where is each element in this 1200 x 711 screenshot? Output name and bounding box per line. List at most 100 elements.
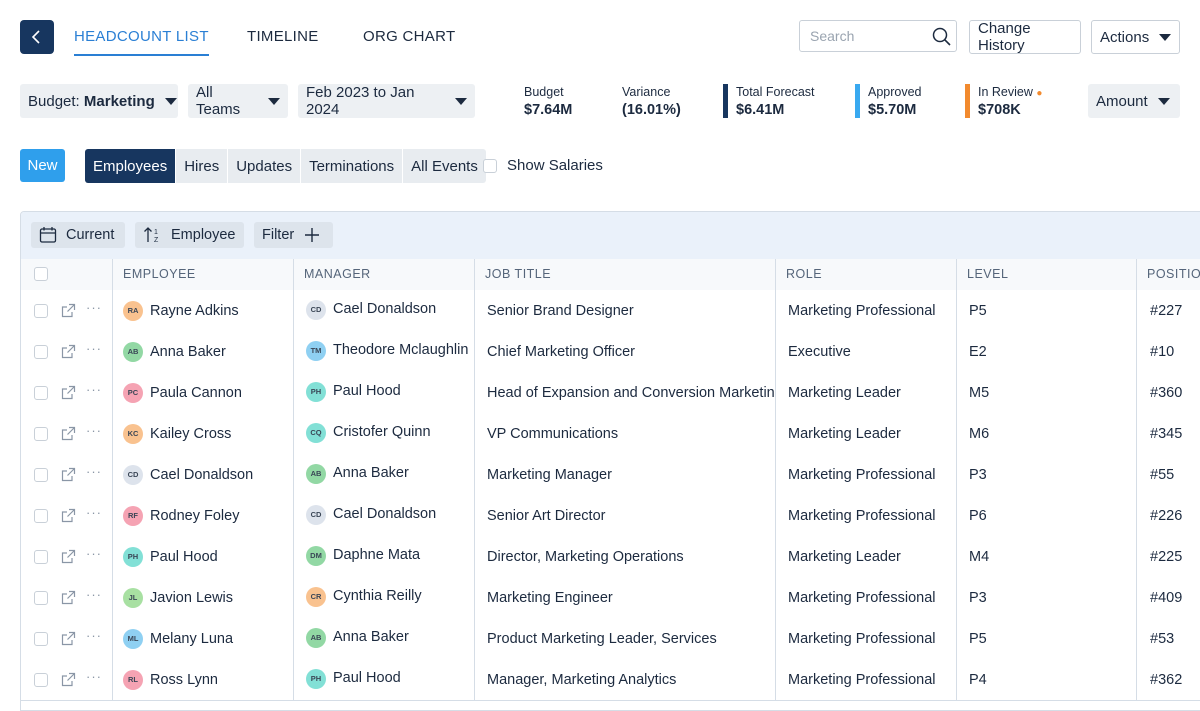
segment-hires[interactable]: Hires [176,149,228,183]
date-range-dropdown[interactable]: Feb 2023 to Jan 2024 [298,84,475,118]
more-options-icon[interactable]: ··· [86,628,102,643]
col-header-manager[interactable]: MANAGER [293,259,474,290]
open-external-icon[interactable] [61,549,76,564]
employee-cell[interactable]: JL Javion Lewis [112,577,293,618]
employee-cell[interactable]: AB Anna Baker [112,331,293,372]
employee-cell[interactable]: PH Paul Hood [112,536,293,577]
employee-cell[interactable]: PC Paula Cannon [112,372,293,413]
amount-dropdown[interactable]: Amount [1088,84,1180,118]
segment-employees[interactable]: Employees [85,149,176,183]
change-history-button[interactable]: Change History [969,20,1081,54]
filter-button[interactable]: Filter [254,222,333,248]
select-all-checkbox[interactable] [34,267,48,281]
table-row[interactable]: ··· CD Cael Donaldson AB Anna Baker Marketing… [21,454,1200,496]
employee-cell[interactable]: RL Ross Lynn [112,659,293,700]
employee-cell[interactable]: RF Rodney Foley [112,495,293,536]
table-row[interactable]: ··· RA Rayne Adkins CD Cael Donaldson Senior … [21,290,1200,332]
manager-cell[interactable]: PH Paul Hood [293,372,474,413]
new-button[interactable]: New [20,149,65,182]
employee-cell[interactable]: KC Kailey Cross [112,413,293,454]
col-header-position[interactable]: POSITION [1136,259,1200,290]
employee-cell[interactable]: CD Cael Donaldson [112,454,293,495]
more-options-icon[interactable]: ··· [86,587,102,602]
manager-cell[interactable]: PH Paul Hood [293,659,474,700]
position-cell: #227 [1136,290,1200,331]
table-row[interactable]: ··· PH Paul Hood DM Daphne Mata Director, Mar… [21,536,1200,578]
back-button[interactable] [20,20,54,54]
tab-headcount-list[interactable]: HEADCOUNT LIST [74,28,209,56]
manager-cell[interactable]: CD Cael Donaldson [293,495,474,536]
employee-cell[interactable]: ML Melany Luna [112,618,293,659]
level-cell: P6 [956,495,1136,536]
manager-cell[interactable]: CQ Cristofer Quinn [293,413,474,454]
row-checkbox[interactable] [34,385,48,400]
segment-terminations[interactable]: Terminations [301,149,403,183]
open-external-icon[interactable] [61,672,76,687]
more-options-icon[interactable]: ··· [86,546,102,561]
manager-cell[interactable]: TM Theodore Mclaughlin [293,331,474,372]
in-review-color-bar [965,84,970,118]
more-options-icon[interactable]: ··· [86,300,102,315]
row-checkbox[interactable] [34,672,48,687]
show-salaries-checkbox[interactable] [483,159,497,173]
metric-value: $7.64M [524,102,573,118]
avatar: AB [123,341,143,362]
teams-dropdown[interactable]: All Teams [188,84,288,118]
sort-button[interactable]: 1Z Employee [135,222,244,248]
current-button[interactable]: Current [31,222,125,248]
table-row[interactable]: ··· ML Melany Luna AB Anna Baker Product Mark… [21,618,1200,660]
col-header-role[interactable]: ROLE [775,259,956,290]
tab-org-chart[interactable]: ORG CHART [363,28,455,54]
manager-name: Cael Donaldson [333,301,437,317]
open-external-icon[interactable] [61,590,76,605]
open-external-icon[interactable] [61,467,76,482]
col-header-employee[interactable]: EMPLOYEE [112,259,293,290]
segment-updates[interactable]: Updates [228,149,301,183]
table-row[interactable]: ··· RL Ross Lynn PH Paul Hood Manager, Market… [21,659,1200,701]
row-checkbox[interactable] [34,344,48,359]
budget-dropdown[interactable]: Budget: Marketing [20,84,178,118]
manager-cell[interactable]: CR Cynthia Reilly [293,577,474,618]
table-row[interactable]: ··· RF Rodney Foley CD Cael Donaldson Senior … [21,495,1200,537]
actions-button[interactable]: Actions [1091,20,1180,54]
more-options-icon[interactable]: ··· [86,464,102,479]
open-external-icon[interactable] [61,344,76,359]
table-row[interactable]: ··· KC Kailey Cross CQ Cristofer Quinn VP Com… [21,413,1200,455]
open-external-icon[interactable] [61,303,76,318]
row-checkbox[interactable] [34,549,48,564]
row-checkbox[interactable] [34,590,48,605]
more-options-icon[interactable]: ··· [86,423,102,438]
segment-all-events[interactable]: All Events [403,149,486,183]
table-row[interactable]: ··· PC Paula Cannon PH Paul Hood Head of Expa… [21,372,1200,414]
manager-cell[interactable]: AB Anna Baker [293,454,474,495]
more-options-icon[interactable]: ··· [86,669,102,684]
employee-cell[interactable]: RA Rayne Adkins [112,290,293,331]
open-external-icon[interactable] [61,385,76,400]
tab-timeline[interactable]: TIMELINE [247,28,319,54]
table-row[interactable]: ··· JL Javion Lewis CR Cynthia Reilly Marketi… [21,577,1200,619]
col-header-job-title[interactable]: JOB TITLE [474,259,775,290]
job-title-cell: Product Marketing Leader, Services [474,618,775,659]
row-checkbox[interactable] [34,508,48,523]
row-checkbox[interactable] [34,631,48,646]
search-input[interactable] [808,27,932,45]
more-options-icon[interactable]: ··· [86,382,102,397]
metric-value: (16.01%) [622,102,681,118]
employee-name: Anna Baker [150,343,226,360]
open-external-icon[interactable] [61,426,76,441]
search-icon[interactable] [932,27,952,47]
manager-cell[interactable]: CD Cael Donaldson [293,290,474,331]
row-checkbox[interactable] [34,426,48,441]
manager-name: Paul Hood [333,670,401,686]
open-external-icon[interactable] [61,631,76,646]
manager-cell[interactable]: DM Daphne Mata [293,536,474,577]
table-row[interactable]: ··· AB Anna Baker TM Theodore Mclaughlin Chie… [21,331,1200,373]
manager-cell[interactable]: AB Anna Baker [293,618,474,659]
row-checkbox[interactable] [34,467,48,482]
row-checkbox[interactable] [34,303,48,318]
col-header-level[interactable]: LEVEL [956,259,1136,290]
open-external-icon[interactable] [61,508,76,523]
more-options-icon[interactable]: ··· [86,341,102,356]
avatar: DM [306,545,326,566]
more-options-icon[interactable]: ··· [86,505,102,520]
